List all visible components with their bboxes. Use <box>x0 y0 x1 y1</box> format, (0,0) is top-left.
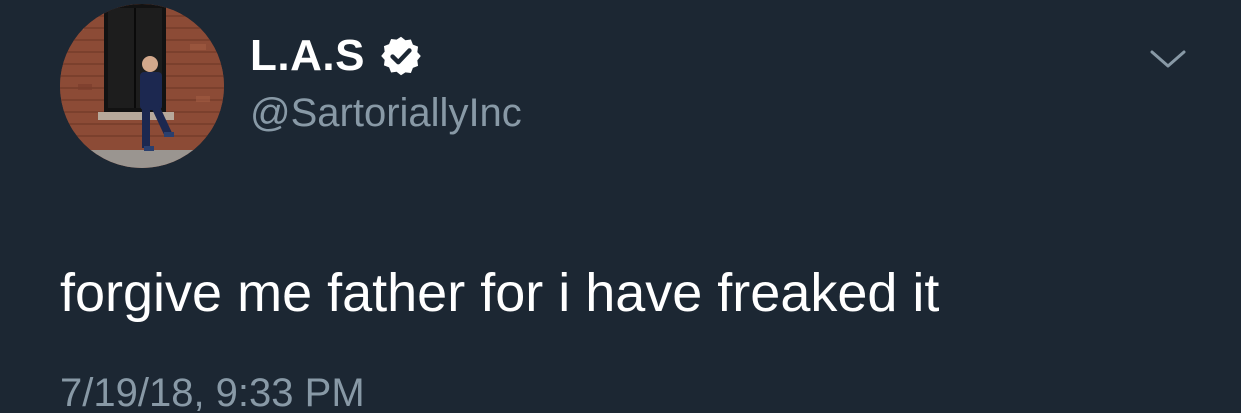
verified-badge-icon <box>379 34 423 78</box>
author-name-row: L.A.S <box>250 28 522 84</box>
author-avatar[interactable] <box>60 4 224 168</box>
tweet-text: forgive me father for i have freaked it <box>60 263 940 323</box>
author-block: L.A.S @SartoriallyInc <box>250 28 522 138</box>
tweet-card: L.A.S @SartoriallyInc forgive me father … <box>0 0 1241 413</box>
chevron-down-icon[interactable] <box>1148 44 1188 74</box>
author-display-name[interactable]: L.A.S <box>250 28 365 84</box>
avatar-photo <box>60 4 224 168</box>
author-handle[interactable]: @SartoriallyInc <box>250 88 522 138</box>
tweet-timestamp[interactable]: 7/19/18, 9:33 PM <box>60 368 365 413</box>
